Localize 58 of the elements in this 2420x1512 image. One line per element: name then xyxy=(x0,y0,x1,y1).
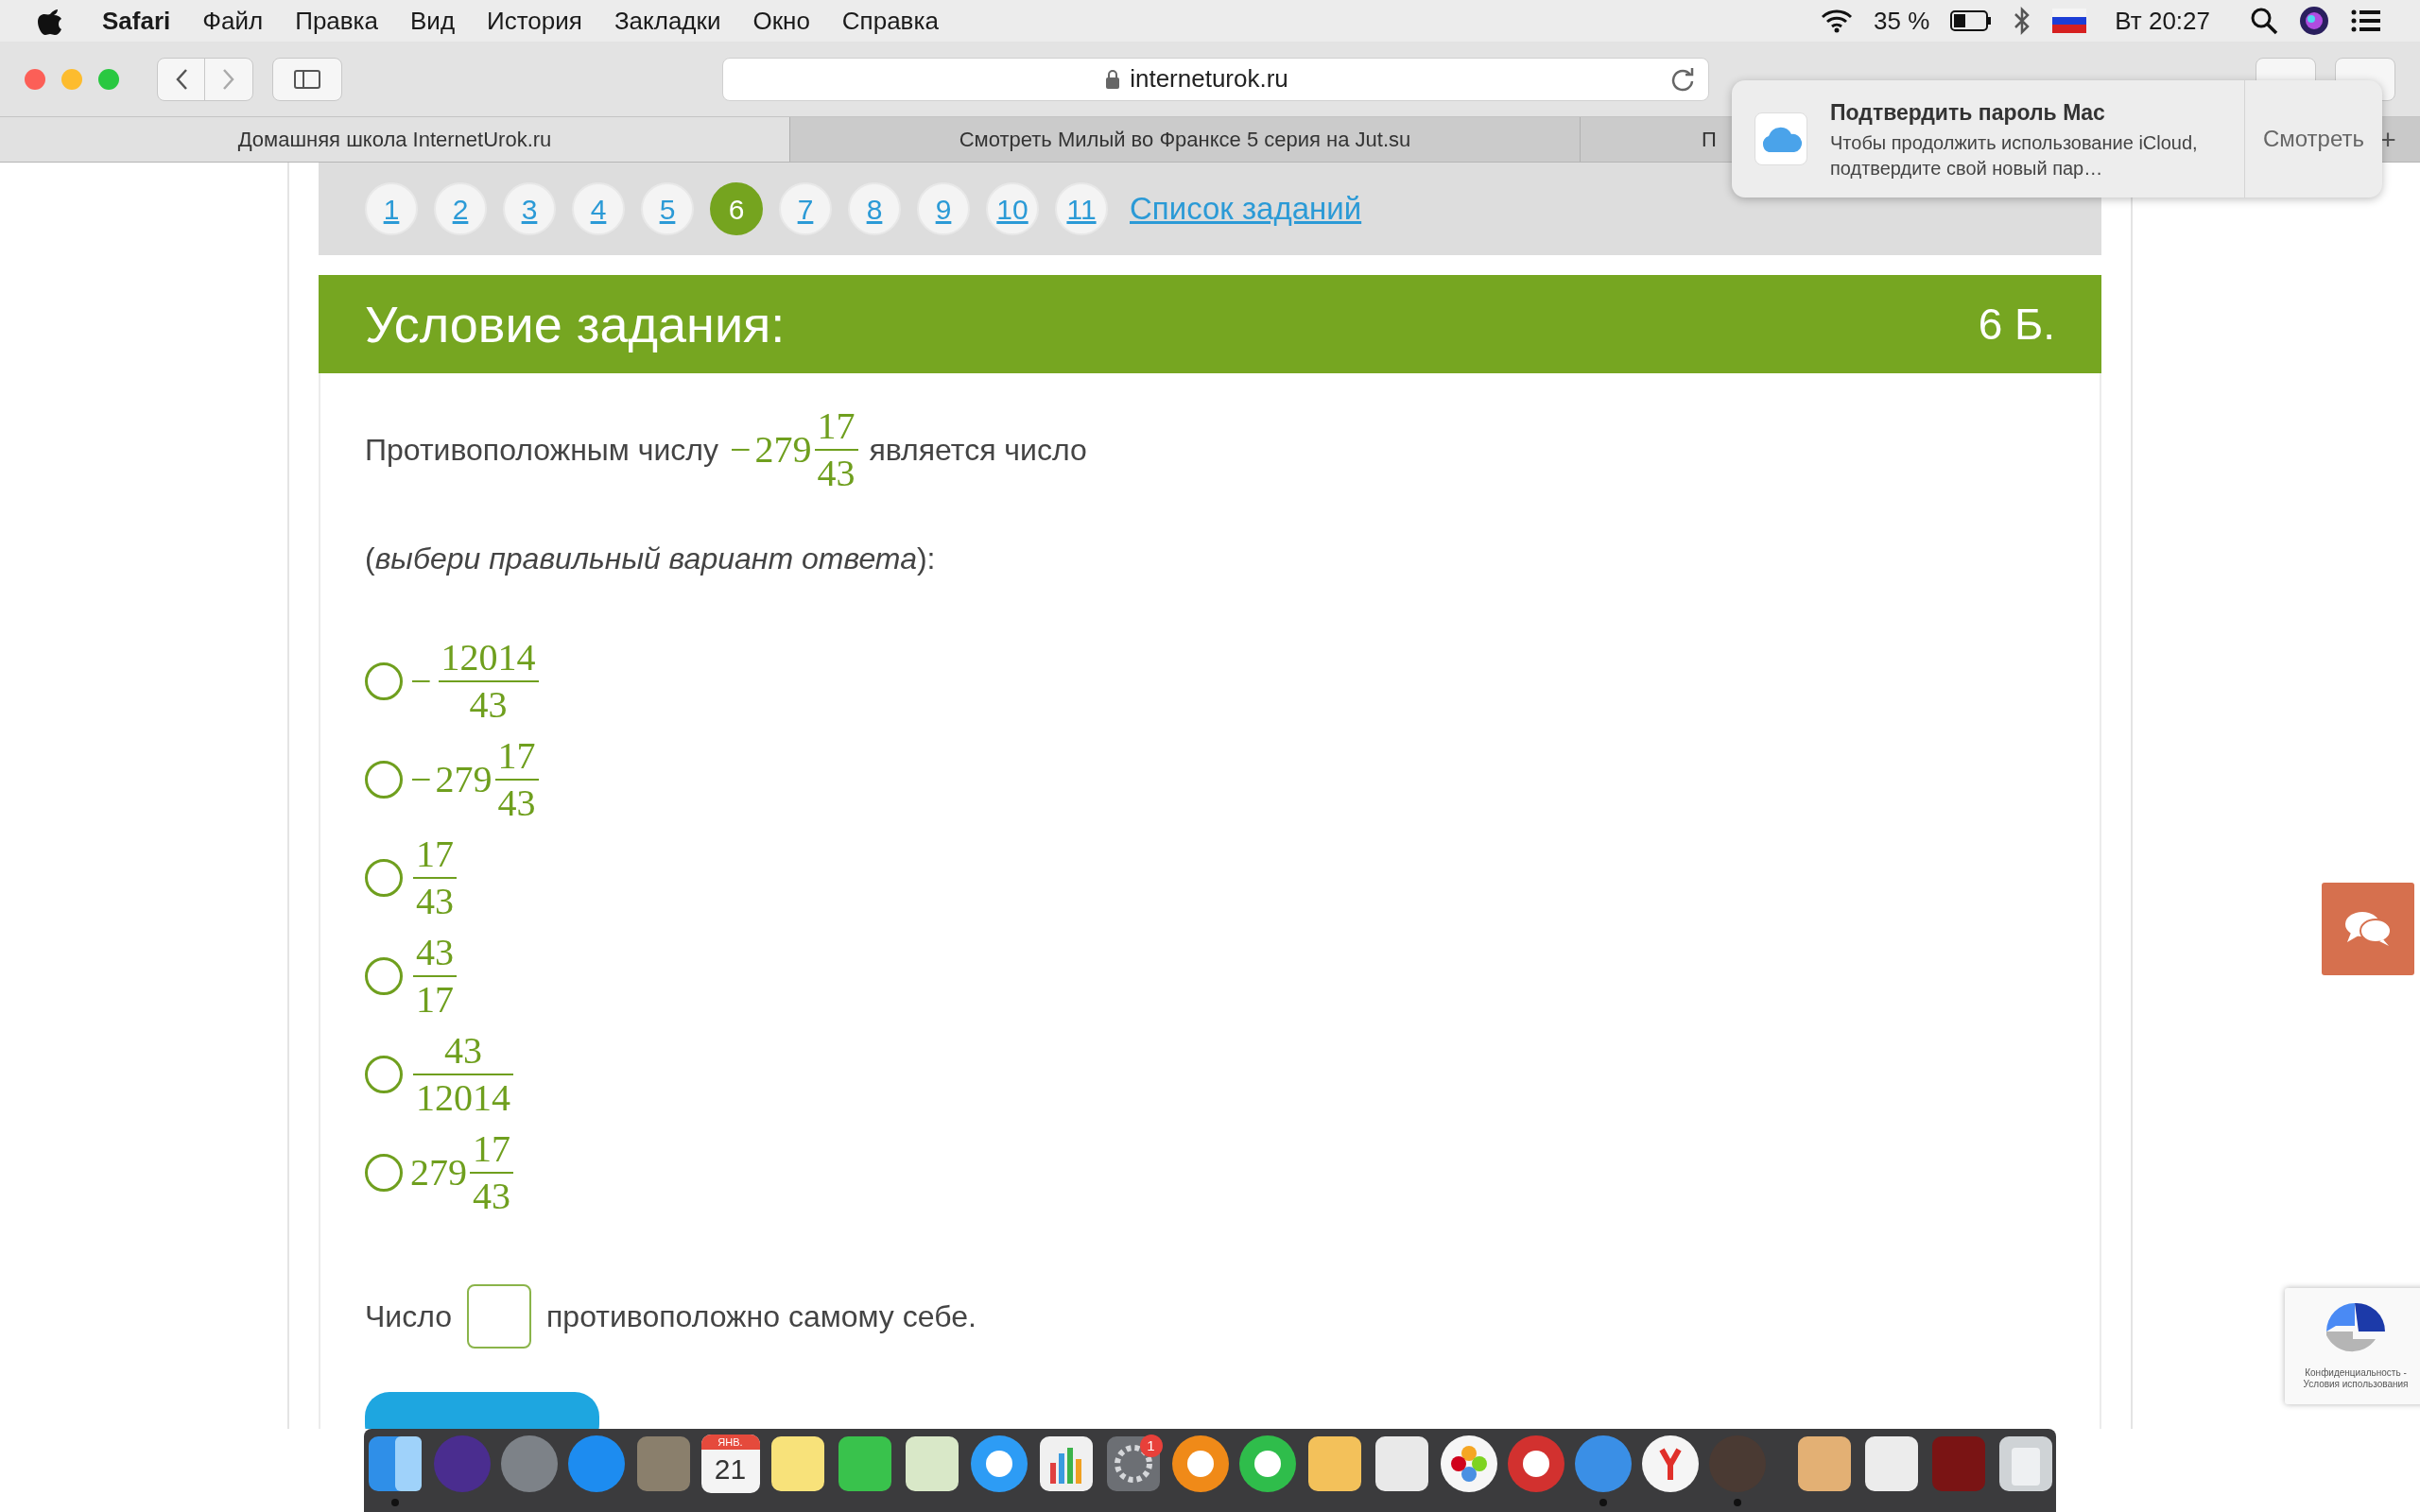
menu-item[interactable]: Файл xyxy=(202,2,264,40)
address-field[interactable]: interneturok.ru xyxy=(722,57,1709,101)
view-button[interactable]: Смотреть xyxy=(2244,80,2382,198)
list-icon[interactable] xyxy=(2350,9,2382,33)
flag-icon[interactable] xyxy=(2052,9,2087,33)
wifi-icon[interactable] xyxy=(1821,9,1854,33)
browser-tab[interactable]: Домашняя школа InternetUrok.ru xyxy=(0,117,790,162)
radio-button[interactable] xyxy=(365,1056,403,1093)
sidebar-button[interactable] xyxy=(272,57,342,101)
running-indicator xyxy=(1733,1499,1741,1506)
notification-title: Подтвердить пароль Mac xyxy=(1830,98,2106,127)
radio-button[interactable] xyxy=(365,1154,403,1192)
flower-icon[interactable] xyxy=(1439,1435,1498,1493)
search-icon[interactable] xyxy=(2250,7,2278,35)
battery-icon[interactable] xyxy=(1950,10,1993,31)
calendar-month: ЯНВ. xyxy=(700,1435,760,1450)
task-points: 6 Б. xyxy=(1978,298,2055,351)
recaptcha-links[interactable]: Конфиденциальность - Условия использования xyxy=(2285,1367,2420,1390)
sidebar-icon xyxy=(294,69,320,89)
running-indicator xyxy=(1599,1499,1607,1506)
menu-item[interactable]: Окно xyxy=(752,2,810,40)
answer-option: 43 12014 xyxy=(410,1032,513,1117)
menu-item[interactable]: Справка xyxy=(841,2,939,40)
url-text: interneturok.ru xyxy=(1130,63,1288,94)
chat-button[interactable] xyxy=(2322,883,2414,975)
calendar-icon[interactable]: ЯНВ. 21 xyxy=(700,1435,760,1493)
calendar-day: 21 xyxy=(714,1450,747,1489)
clock[interactable]: Вт 20:27 xyxy=(2115,2,2210,40)
menu-item[interactable]: Закладки xyxy=(614,2,721,40)
apple-icon[interactable] xyxy=(38,7,62,35)
chevron-right-icon xyxy=(222,67,235,91)
fill-in-text: противоположно самому себе. xyxy=(546,1298,977,1335)
question-text: Противоположным числу xyxy=(365,432,718,469)
radio-button[interactable] xyxy=(365,662,403,700)
orb-icon[interactable] xyxy=(2299,6,2329,36)
browser-icon[interactable] xyxy=(1640,1435,1700,1493)
menu-item[interactable]: Правка xyxy=(295,2,378,40)
chevron-left-icon xyxy=(174,67,188,91)
notification-body: Чтобы продолжить использование iCloud, подтвердите свой новый пар… xyxy=(1830,131,2199,181)
dock-item[interactable]: 1 xyxy=(1103,1435,1163,1506)
answer-option: 43 17 xyxy=(410,934,457,1019)
radio-button[interactable] xyxy=(365,957,403,995)
task-title: Условие задания: xyxy=(365,294,786,354)
instruction-text: (выбери правильный вариант ответа): xyxy=(365,541,937,577)
question-text: является число xyxy=(869,432,1087,469)
menu-item[interactable]: История xyxy=(487,2,582,40)
lock-icon xyxy=(1105,68,1121,90)
running-indicator xyxy=(390,1499,399,1506)
dock-item[interactable]: ЯНВ. 21 xyxy=(700,1435,760,1506)
battery-percent: 35 % xyxy=(1874,5,1930,37)
radio-button[interactable] xyxy=(365,859,403,897)
app-menu[interactable]: Safari xyxy=(102,2,171,40)
reload-icon[interactable] xyxy=(1670,66,1695,92)
radio-button[interactable] xyxy=(365,761,403,799)
answer-option: 17 43 xyxy=(410,835,457,920)
speech-bubbles-icon xyxy=(2343,910,2393,948)
fill-in-text: Число xyxy=(365,1298,453,1335)
menu-item[interactable]: Вид xyxy=(410,2,456,40)
